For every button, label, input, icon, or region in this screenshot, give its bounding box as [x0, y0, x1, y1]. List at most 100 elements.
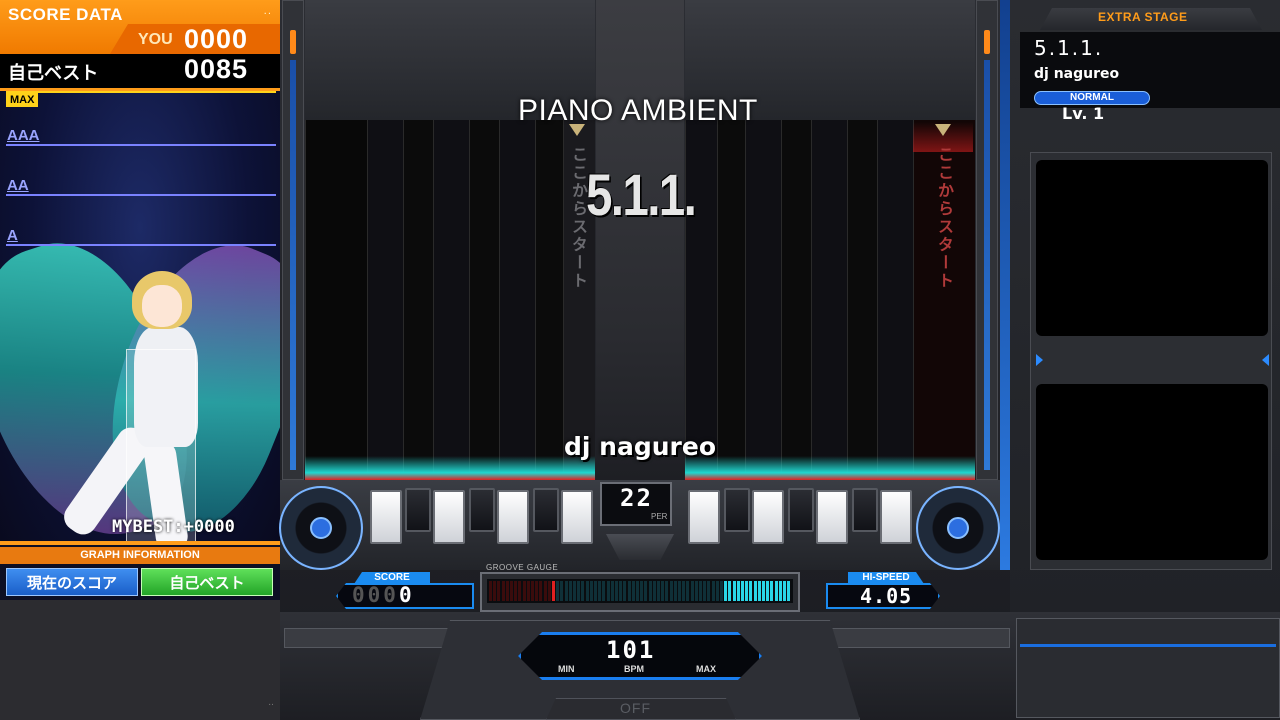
gauge-segment: [770, 581, 774, 601]
graph-baseline: [0, 541, 280, 545]
best-score-bar: [126, 349, 196, 543]
gauge-segment: [594, 581, 597, 601]
you-score-value: 0000: [184, 24, 249, 54]
graph-information-label: GRAPH INFORMATION: [0, 547, 280, 564]
rank-line-max: [6, 91, 276, 93]
gauge-segment: [720, 581, 723, 601]
bpm-label: BPM: [624, 664, 644, 674]
gauge-segment: [497, 581, 501, 601]
gauge-segment: [669, 581, 673, 601]
lane: [717, 120, 745, 475]
gauge-segment: [627, 581, 631, 601]
gauge-segment: [715, 581, 719, 601]
gauge-segment: [510, 581, 513, 601]
gauge-segment: [564, 581, 568, 601]
score-value-lit: 0: [398, 583, 415, 607]
gauge-segment: [652, 581, 656, 601]
key-1: [370, 490, 402, 544]
key-3: [752, 490, 784, 544]
start-hint-2p: ここからスタート: [935, 146, 954, 290]
gauge-segment: [602, 581, 606, 601]
lane: [745, 120, 781, 475]
stage-song-artist: dj nagureo: [1034, 66, 1120, 82]
groove-gauge-label: GROOVE GAUGE: [486, 563, 559, 572]
gauge-segment: [589, 581, 593, 601]
gauge-segment: [640, 581, 644, 601]
gauge-segment: [615, 581, 618, 601]
gauge-segment: [493, 581, 497, 601]
gauge-segment: [489, 581, 492, 601]
stage-song-title: 5.1.1.: [1034, 36, 1104, 60]
key-4: [788, 488, 814, 532]
key-4: [469, 488, 495, 532]
difficulty-badge: NORMAL: [1034, 91, 1150, 105]
rank-label-aa: AA: [7, 177, 29, 194]
song-artist: dj nagureo: [564, 432, 716, 461]
gauge-segment: [711, 581, 715, 601]
gauge-segment: [707, 581, 711, 601]
frame-rail-left: [290, 60, 296, 470]
you-label: YOU: [138, 31, 173, 48]
score-graph: MAX AAA AA A MYBEST:+0000: [0, 91, 280, 545]
gauge-segment: [766, 581, 770, 601]
rank-line-a: [6, 244, 276, 246]
gauge-segment: [581, 581, 585, 601]
bpm-max-label: MAX: [696, 664, 716, 674]
gauge-segment: [636, 581, 639, 601]
header-dots: ..: [263, 6, 272, 17]
score-data-title: SCORE DATA: [8, 5, 123, 24]
key-5: [816, 490, 848, 544]
key-6: [533, 488, 559, 532]
lane: [535, 120, 563, 475]
personal-best-button[interactable]: 自己ベスト: [141, 568, 273, 596]
current-score-button[interactable]: 現在のスコア: [6, 568, 138, 596]
key-6: [852, 488, 878, 532]
max-badge: MAX: [6, 93, 39, 107]
lane: [811, 120, 847, 475]
gauge-segment: [694, 581, 698, 601]
footer-dots: ..: [268, 698, 274, 708]
option-off-label: OFF: [620, 700, 651, 716]
gauge-segment: [741, 581, 744, 601]
gauge-segment: [682, 581, 686, 601]
gauge-segment: [531, 581, 534, 601]
gauge-segment: [699, 581, 702, 601]
gauge-segment: [661, 581, 665, 601]
score-data-panel: SCORE DATA .. YOU 0000 自己ベスト 0085 MAX AA…: [0, 0, 280, 720]
gauge-segment: [522, 581, 526, 601]
gauge-segment: [535, 581, 539, 601]
lane: [847, 120, 877, 475]
gauge-segment: [665, 581, 669, 601]
gauge-segment: [724, 581, 728, 601]
lane: [781, 120, 811, 475]
lane: [877, 120, 913, 475]
gauge-segment: [505, 581, 509, 601]
gauge-segment: [552, 581, 555, 601]
mybest-diff: MYBEST:+0000: [112, 517, 235, 537]
gauge-segment: [518, 581, 522, 601]
arrow-right-icon: [1036, 354, 1043, 366]
bga-slot-bottom: [1036, 384, 1268, 560]
gauge-segment: [732, 581, 736, 601]
key-2: [724, 488, 750, 532]
score-value: 0000: [352, 583, 415, 607]
song-genre: PIANO AMBIENT: [518, 94, 758, 127]
frame-lamp-left: [290, 30, 296, 54]
personal-best-value: 0085: [184, 54, 249, 84]
gauge-segment: [501, 581, 505, 601]
lanes-1p: [305, 0, 595, 480]
gauge-segment: [619, 581, 623, 601]
key-3: [433, 490, 465, 544]
gauge-segment: [678, 581, 681, 601]
gauge-segment: [610, 581, 614, 601]
hi-speed-label: HI-SPEED: [848, 572, 924, 584]
gauge-segment: [539, 581, 543, 601]
bga-slot-top: [1036, 160, 1268, 336]
gauge-segment: [673, 581, 677, 601]
personal-best-label: 自己ベスト: [8, 63, 99, 84]
stage-label: EXTRA STAGE: [1098, 10, 1188, 24]
gauge-segment: [736, 581, 740, 601]
gauge-segment: [757, 581, 761, 601]
rank-label-aaa: AAA: [7, 127, 40, 144]
key-5: [497, 490, 529, 544]
